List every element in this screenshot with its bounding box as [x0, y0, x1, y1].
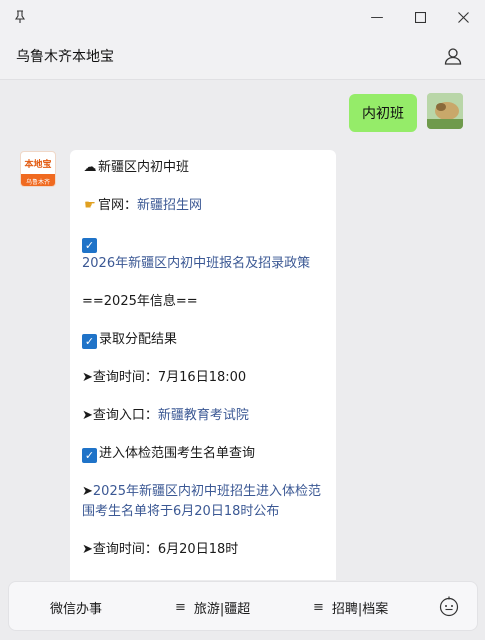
voice-keyboard-icon[interactable]: [438, 595, 460, 617]
avatar-logo-text: 本地宝: [24, 159, 52, 170]
menu-recruitment[interactable]: ≡ 招聘|档案: [313, 582, 388, 632]
exam-institute-link[interactable]: 新疆教育考试院: [158, 408, 249, 423]
query-entry-line: ➤查询入口：新疆教育考试院: [82, 408, 249, 423]
result-line: ✓ 录取分配结果: [82, 330, 324, 350]
official-site-link[interactable]: 新疆招生网: [137, 198, 202, 213]
cloud-icon: ☁: [83, 160, 97, 175]
query-time-2-line: ➤查询时间：6月20日18时: [82, 542, 239, 557]
title-bar: —: [0, 0, 485, 34]
bot-message-bubble: ☁ 新疆区内初中班 ☛ 官网：新疆招生网 ✓ 2026年新疆区内初中班报名及招录政策…: [70, 150, 336, 580]
policy-link[interactable]: 2026年新疆区内初中班报名及招录政策: [82, 256, 310, 271]
maximize-button[interactable]: [398, 0, 442, 34]
minimize-button[interactable]: —: [355, 0, 399, 34]
menu-list-icon: ≡: [175, 599, 186, 615]
check-icon: ✓: [82, 238, 97, 253]
person-icon[interactable]: [443, 46, 465, 68]
physical-exam-line: ✓ 进入体检范围考生名单查询: [82, 444, 324, 464]
official-line: ☛ 官网：新疆招生网: [82, 196, 324, 216]
announcement-line: ➤2025年新疆区内初中班招生进入体检范围考生名单将于6月20日18时公布: [82, 484, 321, 519]
chat-header: 乌鲁木齐本地宝: [0, 34, 485, 80]
menu-label: 旅游|疆超: [193, 601, 251, 617]
menu-list-icon: ≡: [313, 599, 324, 615]
close-button[interactable]: [441, 0, 485, 34]
policy-line: ✓ 2026年新疆区内初中班报名及招录政策: [82, 234, 324, 274]
avatar-city-text: 乌鲁木齐: [21, 174, 55, 186]
pin-icon[interactable]: [0, 0, 40, 34]
info-2025-line: ==2025年信息==: [82, 294, 198, 309]
bot-avatar[interactable]: 本地宝 乌鲁木齐: [20, 151, 56, 187]
menu-travel[interactable]: ≡ 旅游|疆超: [175, 582, 250, 632]
menu-label: 招聘|档案: [331, 601, 389, 617]
chat-title: 乌鲁木齐本地宝: [16, 49, 114, 65]
pointing-hand-icon: ☛: [84, 198, 96, 213]
menu-wechat-services[interactable]: 微信办事: [50, 582, 102, 632]
menu-label: 微信办事: [50, 601, 103, 617]
heading-line: ☁ 新疆区内初中班: [82, 158, 324, 178]
user-message-bubble[interactable]: 内初班: [349, 94, 417, 132]
announcement-link[interactable]: 2025年新疆区内初中班招生进入体检范围考生名单将于6月20日18时公布: [82, 484, 321, 519]
bottom-menu-bar: 微信办事 ≡ 旅游|疆超 ≡ 招聘|档案: [8, 581, 478, 631]
query-time-line: ➤查询时间：7月16日18:00: [82, 370, 247, 385]
message-list[interactable]: 内初班 本地宝 乌鲁木齐 ☁ 新疆区内初中班 ☛ 官网：新疆招生网 ✓ 2026年新…: [0, 81, 485, 580]
user-avatar[interactable]: [427, 93, 463, 129]
check-icon: ✓: [82, 334, 97, 349]
check-icon: ✓: [82, 448, 97, 463]
user-message-row: 内初班: [349, 93, 463, 132]
